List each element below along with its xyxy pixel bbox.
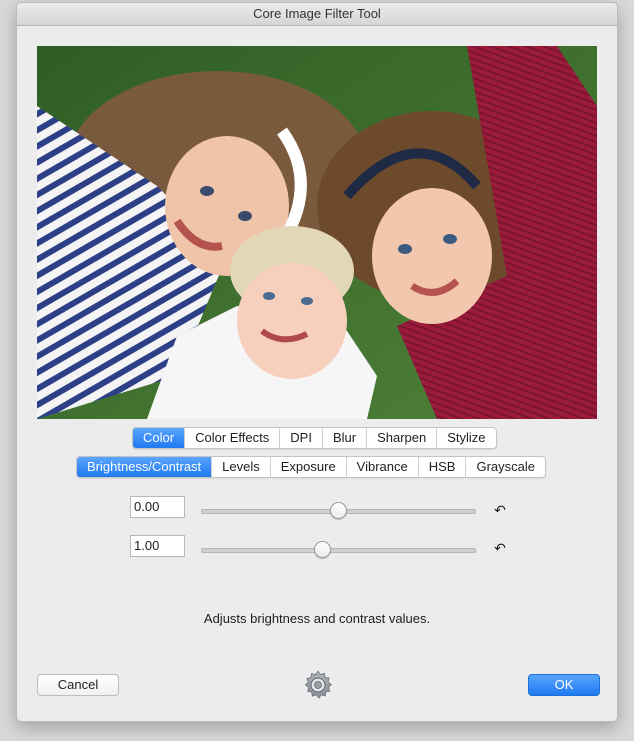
window-title: Core Image Filter Tool bbox=[17, 3, 617, 26]
cancel-button[interactable]: Cancel bbox=[37, 674, 119, 696]
filter-tab-vibrance[interactable]: Vibrance bbox=[345, 457, 418, 477]
tab-blur[interactable]: Blur bbox=[321, 428, 366, 448]
brightness-slider-knob[interactable] bbox=[330, 502, 347, 519]
gear-icon[interactable] bbox=[302, 669, 334, 701]
reset-arrow-icon[interactable]: ↶ bbox=[493, 541, 507, 555]
tab-stylize[interactable]: Stylize bbox=[436, 428, 495, 448]
contrast-slider-knob[interactable] bbox=[313, 541, 331, 558]
preview-image bbox=[37, 46, 597, 419]
ok-button[interactable]: OK bbox=[528, 674, 600, 696]
reset-arrow-icon[interactable]: ↶ bbox=[493, 503, 507, 517]
tab-dpi[interactable]: DPI bbox=[279, 428, 322, 448]
filter-tab-brightness-contrast[interactable]: Brightness/Contrast bbox=[77, 457, 212, 477]
filter-tab-hsb[interactable]: HSB bbox=[417, 457, 466, 477]
filter-description: Adjusts brightness and contrast values. bbox=[203, 611, 431, 626]
filter-tab-exposure[interactable]: Exposure bbox=[269, 457, 346, 477]
brightness-field[interactable]: 0.00 bbox=[130, 496, 185, 518]
filter-tab-levels[interactable]: Levels bbox=[211, 457, 270, 477]
tab-sharpen[interactable]: Sharpen bbox=[366, 428, 436, 448]
filter-tab-grayscale[interactable]: Grayscale bbox=[465, 457, 545, 477]
filter-window: Core Image Filter Tool Color Color Effec… bbox=[16, 2, 618, 722]
category-selector: Color Color Effects DPI Blur Sharpen Stylize bbox=[132, 427, 497, 449]
tab-color-effects[interactable]: Color Effects bbox=[184, 428, 279, 448]
preview-photo-graphic bbox=[37, 46, 597, 419]
tab-color[interactable]: Color bbox=[133, 428, 185, 448]
filter-selector: Brightness/Contrast Levels Exposure Vibranc… bbox=[76, 456, 547, 478]
contrast-slider-track[interactable] bbox=[201, 548, 476, 553]
contrast-field[interactable]: 1.00 bbox=[130, 535, 185, 557]
